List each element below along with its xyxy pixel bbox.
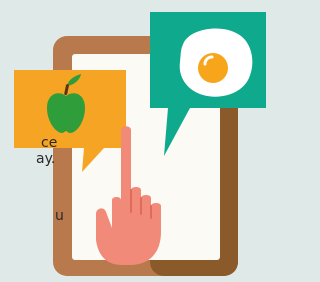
text-fragment-ay: ay.: [36, 151, 56, 167]
fried-egg-icon: [179, 28, 253, 97]
text-fragment-u: u: [55, 208, 64, 224]
